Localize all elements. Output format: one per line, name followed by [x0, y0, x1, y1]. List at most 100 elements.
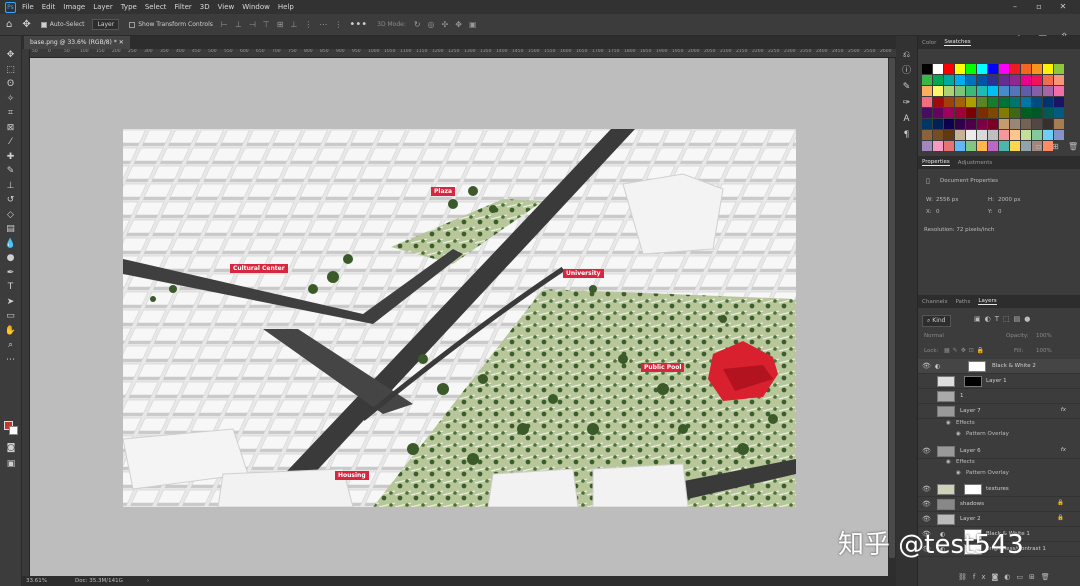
more-tools-icon[interactable]: ⋯ — [0, 353, 21, 368]
align-right-icon[interactable]: ⊣ — [249, 20, 256, 29]
effect-eye-icon[interactable]: ◉ — [956, 431, 961, 437]
color-swatch[interactable] — [1021, 75, 1031, 85]
layer-thumb[interactable] — [937, 406, 955, 417]
color-swatch[interactable] — [988, 119, 998, 129]
width-value[interactable]: 2556 px — [936, 197, 959, 203]
align-center-icon[interactable]: ⊥ — [235, 20, 242, 29]
layer-mask-thumb[interactable] — [968, 361, 986, 372]
marquee-tool-icon[interactable]: ⬚ — [0, 63, 21, 78]
layer-row[interactable]: Layer 7 fx — [918, 404, 1080, 419]
color-swatch[interactable] — [966, 130, 976, 140]
color-swatch[interactable] — [1021, 64, 1031, 74]
color-swatch[interactable] — [1010, 108, 1020, 118]
color-swatch[interactable] — [955, 86, 965, 96]
tab-channels[interactable]: Channels — [922, 299, 947, 305]
align-top-icon[interactable]: ⊤ — [263, 20, 270, 29]
align-middle-icon[interactable]: ⊞ — [277, 20, 284, 29]
hand-tool-icon[interactable]: ✋ — [0, 324, 21, 339]
3d-rotate-icon[interactable]: ↻ — [414, 20, 421, 29]
color-swatch[interactable] — [944, 97, 954, 107]
layer-thumb[interactable] — [937, 484, 955, 495]
color-swatch[interactable] — [955, 64, 965, 74]
paragraph-icon[interactable]: ¶ — [896, 128, 917, 142]
color-swatch[interactable] — [1021, 108, 1031, 118]
color-swatch[interactable] — [1021, 86, 1031, 96]
rectangle-tool-icon[interactable]: ▭ — [0, 309, 21, 324]
layer-name[interactable]: Layer 2 — [960, 516, 981, 522]
color-swatch[interactable] — [955, 75, 965, 85]
color-swatch[interactable] — [922, 86, 932, 96]
move-tool-icon[interactable]: ✥ — [0, 48, 21, 63]
color-swatch[interactable] — [999, 141, 1009, 151]
layer-name[interactable]: textures — [986, 486, 1009, 492]
3d-pan-icon[interactable]: ✣ — [442, 20, 449, 29]
color-swatch[interactable] — [1010, 130, 1020, 140]
color-swatch[interactable] — [1054, 86, 1064, 96]
brush-settings-icon[interactable]: ✎ — [896, 80, 917, 94]
color-swatch[interactable] — [988, 64, 998, 74]
color-swatch[interactable] — [933, 130, 943, 140]
color-swatch[interactable] — [988, 75, 998, 85]
color-swatch[interactable] — [922, 64, 932, 74]
history-icon[interactable]: ⎌ — [896, 48, 917, 62]
layer-row[interactable]: 1 — [918, 389, 1080, 404]
lock-icons[interactable]: ▦✎✥⊡🔒 — [944, 347, 987, 354]
menu-window[interactable]: Window — [242, 3, 270, 11]
home-icon[interactable]: ⌂ — [6, 19, 12, 30]
color-swatch[interactable] — [933, 108, 943, 118]
layer-row[interactable]: 👁 textures — [918, 482, 1080, 497]
y-value[interactable]: 0 — [998, 209, 1002, 215]
color-swatch[interactable] — [1021, 141, 1031, 151]
scroll-thumb[interactable] — [889, 58, 895, 558]
color-swatch[interactable] — [1054, 97, 1064, 107]
color-swatch[interactable] — [988, 141, 998, 151]
color-swatch[interactable] — [1032, 86, 1042, 96]
effect-eye-icon[interactable]: ◉ — [956, 470, 961, 476]
menu-select[interactable]: Select — [145, 3, 167, 11]
color-swatch[interactable] — [1054, 119, 1064, 129]
color-swatch[interactable] — [1054, 75, 1064, 85]
color-swatch[interactable] — [966, 86, 976, 96]
menu-layer[interactable]: Layer — [93, 3, 113, 11]
vertical-scrollbar[interactable] — [888, 58, 896, 576]
tab-paths[interactable]: Paths — [955, 299, 970, 305]
screen-mode-icon[interactable]: ▣ — [0, 457, 22, 472]
color-swatch[interactable] — [1032, 108, 1042, 118]
color-swatch[interactable] — [933, 141, 943, 151]
color-swatch[interactable] — [1032, 64, 1042, 74]
color-swatch[interactable] — [922, 75, 932, 85]
color-swatch[interactable] — [1010, 141, 1020, 151]
color-swatch[interactable] — [922, 108, 932, 118]
color-swatch[interactable] — [966, 141, 976, 151]
color-swatch[interactable] — [966, 75, 976, 85]
layer-row[interactable]: 👁 ◐ Black & White 2 — [918, 359, 1080, 374]
color-swatch[interactable] — [999, 119, 1009, 129]
lasso-tool-icon[interactable]: ʘ — [0, 77, 21, 92]
color-swatch[interactable] — [1032, 97, 1042, 107]
3d-roll-icon[interactable]: ◎ — [428, 20, 435, 29]
new-group-icon[interactable]: ▫ — [1036, 142, 1041, 151]
effect-eye-icon[interactable]: ◉ — [946, 459, 951, 465]
opacity-value[interactable]: 100% — [1036, 333, 1052, 339]
color-swatch[interactable] — [988, 97, 998, 107]
color-swatch[interactable] — [1054, 64, 1064, 74]
color-swatch[interactable] — [1010, 119, 1020, 129]
layer-filter-icons[interactable]: ▣◐T⬚▤● — [974, 315, 1034, 323]
color-swatch[interactable] — [944, 108, 954, 118]
crop-tool-icon[interactable]: ⌗ — [0, 106, 21, 121]
color-swatch[interactable] — [1032, 75, 1042, 85]
pen-tool-icon[interactable]: ✒ — [0, 266, 21, 281]
show-transform-checkbox[interactable]: Show Transform Controls — [129, 21, 213, 28]
align-left-icon[interactable]: ⊢ — [221, 20, 228, 29]
blend-mode-dropdown[interactable]: Normal — [924, 333, 944, 339]
menu-help[interactable]: Help — [278, 3, 294, 11]
layer-mask-thumb[interactable] — [964, 484, 982, 495]
frame-tool-icon[interactable]: ⊠ — [0, 121, 21, 136]
color-swatch[interactable] — [933, 119, 943, 129]
brushes-icon[interactable]: ✑ — [896, 96, 917, 110]
eraser-tool-icon[interactable]: ◇ — [0, 208, 21, 223]
menu-type[interactable]: Type — [121, 3, 137, 11]
background-color-swatch[interactable] — [9, 426, 18, 435]
menu-view[interactable]: View — [218, 3, 235, 11]
color-swatch[interactable] — [1021, 119, 1031, 129]
